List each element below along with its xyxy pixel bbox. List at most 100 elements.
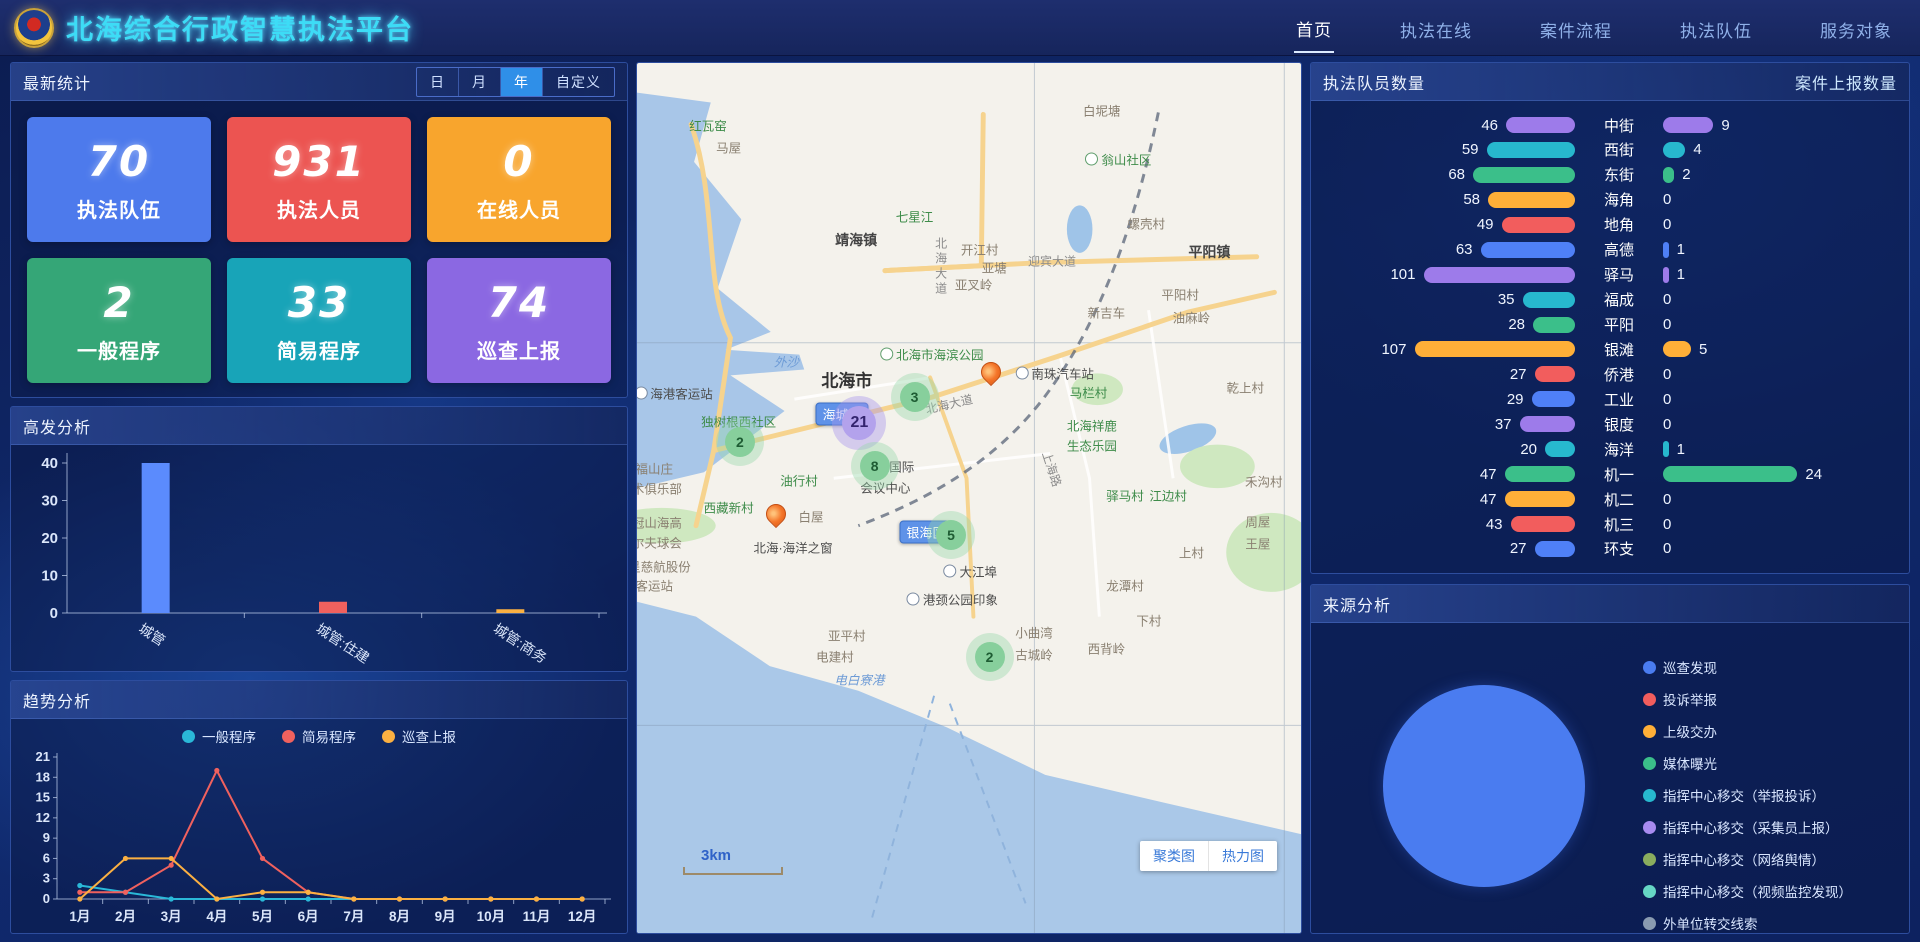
source-legend-item[interactable]: 指挥中心移交（采集员上报）: [1643, 817, 1852, 837]
high-frequency-bar-chart: 010203040城管城管:住建城管:商务: [11, 445, 627, 671]
case-right-group: 5: [1663, 341, 1893, 358]
team-name: 驿马: [1575, 264, 1663, 285]
map-cluster-marker[interactable]: 8: [860, 451, 890, 481]
svg-text:6月: 6月: [298, 909, 319, 924]
svg-text:3月: 3月: [161, 909, 182, 924]
team-member-bar: [1506, 117, 1575, 133]
case-right-group: 1: [1663, 441, 1893, 458]
svg-text:3: 3: [43, 871, 50, 886]
app-title: 北海综合行政智慧执法平台: [66, 8, 414, 47]
map-place-label: 油行村: [780, 470, 818, 489]
case-report-count: 0: [1663, 366, 1671, 383]
team-left-group: 59: [1327, 141, 1575, 158]
stat-card: 931执法人员: [227, 117, 411, 242]
team-row: 59西街4: [1327, 138, 1893, 162]
source-legend-item[interactable]: 指挥中心移交（网络舆情）: [1643, 849, 1852, 869]
team-row: 47机二0: [1327, 487, 1893, 511]
team-name: 机三: [1575, 514, 1663, 535]
team-member-bar: [1532, 391, 1576, 407]
map-cluster-marker[interactable]: 21: [842, 406, 876, 440]
trend-legend-item[interactable]: 一般程序: [182, 726, 256, 746]
map-place-label: 北海大道: [933, 237, 950, 297]
case-right-group: 0: [1663, 516, 1893, 533]
source-legend-item[interactable]: 巡查发现: [1643, 657, 1852, 677]
case-right-group: 0: [1663, 391, 1893, 408]
svg-text:5月: 5月: [252, 909, 273, 924]
stats-tab[interactable]: 月: [459, 68, 501, 96]
team-name: 工业: [1575, 389, 1663, 410]
nav-item[interactable]: 案件流程: [1538, 3, 1614, 52]
legend-dot-icon: [1643, 821, 1656, 834]
stats-tab[interactable]: 自定义: [543, 68, 614, 96]
svg-text:8月: 8月: [389, 909, 410, 924]
nav-item[interactable]: 执法在线: [1398, 3, 1474, 52]
legend-dot-icon: [282, 730, 295, 743]
team-member-count: 27: [1510, 366, 1527, 383]
panel-title: 来源分析: [1323, 592, 1391, 616]
map-place-label: 客运站: [637, 576, 673, 595]
stat-card: 74巡查上报: [427, 258, 611, 383]
source-legend-item[interactable]: 外单位转交线索: [1643, 913, 1852, 933]
map-place-label: 北海市: [821, 366, 872, 391]
map-mode-button[interactable]: 聚类图: [1140, 841, 1208, 871]
stats-tab[interactable]: 日: [417, 68, 459, 96]
nav-item[interactable]: 服务对象: [1818, 3, 1894, 52]
nav-item[interactable]: 首页: [1294, 2, 1334, 53]
team-left-group: 47: [1327, 466, 1575, 483]
stats-tab[interactable]: 年: [501, 68, 543, 96]
case-right-group: 9: [1663, 117, 1893, 134]
team-row: 49地角0: [1327, 213, 1893, 237]
nav-item[interactable]: 执法队伍: [1678, 3, 1754, 52]
team-row: 58海角0: [1327, 188, 1893, 212]
map-place-label: 禾沟村: [1245, 472, 1283, 491]
map-place-label: 上村: [1179, 542, 1204, 561]
map-place-label: 马栏村: [1070, 382, 1108, 401]
source-legend-item[interactable]: 指挥中心移交（视频监控发现）: [1643, 881, 1852, 901]
map-cluster-marker[interactable]: 5: [936, 520, 966, 550]
team-name: 银滩: [1575, 339, 1663, 360]
map-panel: 红瓦窑马屋白坭塘翁山社区七星江北海大道螺壳村靖海镇开江村亚塘迎宾大道亚叉岭平阳镇…: [636, 62, 1302, 934]
map-place-label: 会议中心: [860, 477, 910, 496]
case-report-count: 1: [1677, 241, 1685, 258]
svg-text:9月: 9月: [435, 909, 456, 924]
panel-high-frequency: 高发分析 010203040城管城管:住建城管:商务: [10, 406, 628, 672]
map-place-label: 呈慈航股份: [637, 556, 691, 575]
case-right-group: 0: [1663, 216, 1893, 233]
team-member-count: 63: [1456, 241, 1473, 258]
trend-legend: 一般程序 简易程序 巡查上报: [11, 723, 627, 749]
team-member-bar: [1415, 341, 1576, 357]
stat-card: 0在线人员: [427, 117, 611, 242]
map-place-label: 大江埠: [944, 562, 998, 581]
svg-text:30: 30: [41, 493, 58, 510]
legend-dot-icon: [1643, 693, 1656, 706]
source-legend-item[interactable]: 媒体曝光: [1643, 753, 1852, 773]
map-cluster-marker[interactable]: 3: [900, 382, 930, 412]
trend-legend-item[interactable]: 简易程序: [282, 726, 356, 746]
svg-text:6: 6: [43, 850, 50, 865]
source-legend-item[interactable]: 上级交办: [1643, 721, 1852, 741]
map-mode-button[interactable]: 热力图: [1208, 841, 1277, 871]
team-member-bar: [1511, 516, 1576, 532]
case-report-bar: [1663, 142, 1685, 158]
latest-stats-header: 最新统计 日月年自定义: [11, 63, 627, 101]
source-legend-item[interactable]: 投诉举报: [1643, 689, 1852, 709]
svg-text:城管:住建: 城管:住建: [313, 620, 372, 666]
team-member-count: 59: [1462, 141, 1479, 158]
map-canvas[interactable]: 红瓦窑马屋白坭塘翁山社区七星江北海大道螺壳村靖海镇开江村亚塘迎宾大道亚叉岭平阳镇…: [637, 63, 1301, 933]
map-cluster-marker[interactable]: 2: [725, 427, 755, 457]
team-member-count: 46: [1481, 117, 1498, 134]
lake: [1067, 205, 1093, 252]
stat-cards: 70执法队伍931执法人员0在线人员2一般程序33简易程序74巡查上报: [11, 101, 627, 398]
case-report-count: 0: [1663, 391, 1671, 408]
team-name: 地角: [1575, 214, 1663, 235]
legend-label: 指挥中心移交（采集员上报）: [1663, 817, 1839, 837]
svg-text:40: 40: [41, 455, 58, 472]
map-place-label: 白坭塘: [1083, 100, 1121, 119]
source-legend-item[interactable]: 指挥中心移交（举报投诉）: [1643, 785, 1852, 805]
map-place-label: 西藏新村: [704, 497, 754, 516]
trend-legend-item[interactable]: 巡查上报: [382, 726, 456, 746]
team-name: 平阳: [1575, 314, 1663, 335]
team-member-bar: [1505, 491, 1576, 507]
case-right-group: 2: [1663, 166, 1893, 183]
map-cluster-marker[interactable]: 2: [975, 642, 1005, 672]
